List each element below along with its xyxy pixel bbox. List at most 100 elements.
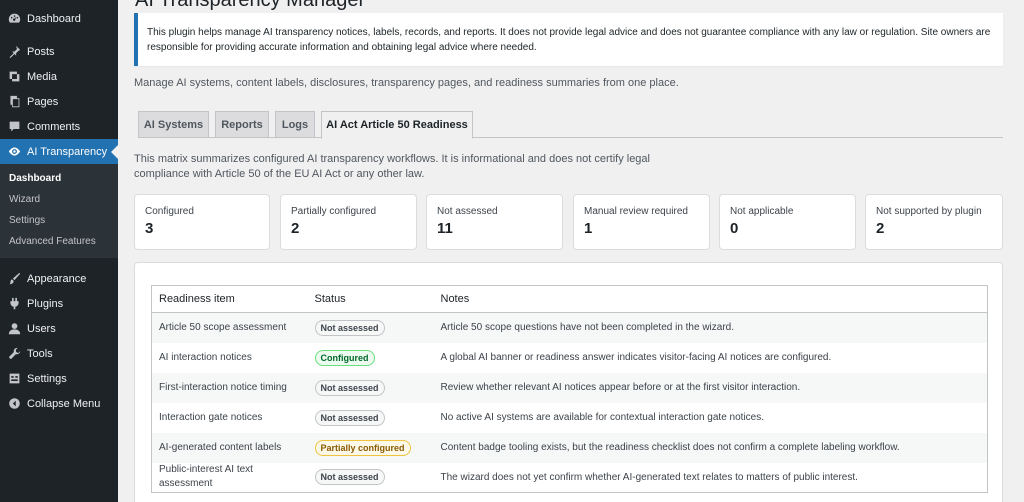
column-header: Notes — [433, 285, 988, 313]
table-row: Public-interest AI text assessment Not a… — [152, 463, 988, 493]
table-row: Article 50 scope assessment Not assessed… — [151, 312, 988, 343]
status-badge: Not assessed — [314, 409, 385, 426]
media-icon — [7, 70, 21, 84]
settings-icon — [7, 372, 21, 386]
menu-posts[interactable]: Posts — [0, 39, 118, 64]
menu-label: Settings — [27, 372, 67, 385]
tab-ai-systems[interactable]: AI Systems — [138, 111, 209, 138]
info-notice: This plugin helps manage AI transparency… — [134, 13, 1003, 66]
status-cell: Configured — [308, 343, 434, 373]
readiness-item: AI-generated content labels — [151, 432, 308, 463]
card-label: Not applicable — [730, 206, 794, 217]
status-cell: Not assessed — [308, 403, 434, 433]
submenu-advanced-features[interactable]: Advanced Features — [0, 231, 118, 252]
summary-card-partially-configured: Partially configured 2 — [280, 194, 417, 250]
pages-icon — [7, 95, 21, 109]
summary-cards: Configured 3 Partially configured 2 Not … — [134, 194, 1003, 250]
readiness-table: Readiness item Status Notes Article 50 s… — [151, 285, 988, 493]
notes-cell: Content badge tooling exists, but the re… — [433, 432, 988, 463]
menu-ai-transparency[interactable]: AI Transparency — [0, 139, 118, 164]
tab-article-50-readiness[interactable]: AI Act Article 50 Readiness — [321, 111, 473, 139]
notes-cell: Article 50 scope questions have not been… — [433, 312, 988, 343]
comment-icon — [7, 120, 21, 134]
menu-label: Pages — [27, 95, 59, 108]
notes-cell: The wizard does not yet confirm whether … — [440, 471, 858, 483]
menu-label: Tools — [27, 347, 53, 360]
main-content: AI Transparency Manager This plugin help… — [118, 0, 1024, 502]
matrix-description: This matrix summarizes configured AI tra… — [134, 153, 650, 180]
submenu-settings[interactable]: Settings — [0, 210, 118, 231]
admin-sidebar: Dashboard Posts Media Pages Comments AI … — [0, 0, 118, 502]
status-badge: Partially configured — [314, 439, 411, 456]
column-header: Readiness item — [151, 285, 308, 313]
card-label: Manual review required — [584, 206, 688, 217]
menu-dashboard[interactable]: Dashboard — [0, 6, 118, 31]
table-row: Interaction gate notices Not assessed No… — [152, 403, 988, 433]
status-badge: Not assessed — [314, 469, 385, 486]
card-value: 3 — [145, 220, 154, 237]
status-cell: Partially configured — [307, 432, 434, 463]
menu-label: Posts — [27, 45, 55, 58]
status-cell: Not assessed — [308, 463, 434, 493]
menu-tools[interactable]: Tools — [0, 341, 118, 366]
tab-logs[interactable]: Logs — [275, 111, 315, 138]
summary-card-not-assessed: Not assessed 11 — [426, 194, 563, 250]
readiness-item: First-interaction notice timing — [151, 372, 308, 403]
menu-label: Users — [27, 322, 56, 335]
menu-label: Collapse Menu — [27, 397, 101, 410]
table-header-row: Readiness item Status Notes — [151, 285, 988, 313]
dashboard-icon — [7, 12, 21, 26]
menu-pages[interactable]: Pages — [0, 89, 118, 114]
submenu-dashboard[interactable]: Dashboard — [0, 168, 118, 189]
readiness-item: Interaction gate notices — [159, 412, 263, 423]
menu-users[interactable]: Users — [0, 316, 118, 341]
ai-transparency-submenu: Dashboard Wizard Settings Advanced Featu… — [0, 164, 118, 258]
page-title: AI Transparency Manager — [135, 0, 366, 11]
column-header: Status — [307, 285, 434, 313]
menu-media[interactable]: Media — [0, 64, 118, 89]
summary-card-manual-review: Manual review required 1 — [573, 194, 710, 250]
table-row: AI-generated content labels Partially co… — [151, 432, 988, 463]
card-value: 11 — [437, 220, 453, 237]
status-badge: Not assessed — [314, 379, 385, 396]
tab-bar: AI Systems Reports Logs AI Act Article 5… — [138, 111, 1003, 139]
status-badge: Configured — [314, 349, 375, 366]
card-label: Not supported by plugin — [876, 206, 982, 217]
submenu-wizard[interactable]: Wizard — [0, 189, 118, 210]
menu-settings[interactable]: Settings — [0, 366, 118, 391]
menu-collapse[interactable]: Collapse Menu — [0, 391, 118, 416]
card-label: Partially configured — [291, 206, 377, 217]
page-description: Manage AI systems, content labels, discl… — [134, 77, 679, 89]
wrench-icon — [7, 347, 21, 361]
card-label: Not assessed — [437, 206, 498, 217]
card-value: 2 — [291, 220, 300, 237]
summary-card-not-supported: Not supported by plugin 2 — [865, 194, 1003, 250]
readiness-panel: Readiness item Status Notes Article 50 s… — [134, 262, 1003, 502]
summary-card-not-applicable: Not applicable 0 — [719, 194, 856, 250]
collapse-icon — [7, 397, 21, 411]
menu-comments[interactable]: Comments — [0, 114, 118, 139]
plug-icon — [7, 297, 21, 311]
card-value: 1 — [584, 220, 593, 237]
menu-appearance[interactable]: Appearance — [0, 266, 118, 291]
readiness-item: Article 50 scope assessment — [151, 312, 308, 343]
notes-cell: No active AI systems are available for c… — [440, 412, 765, 423]
status-cell: Not assessed — [307, 372, 434, 403]
menu-label: AI Transparency — [27, 145, 108, 158]
menu-label: Appearance — [27, 272, 87, 285]
tab-reports[interactable]: Reports — [215, 111, 269, 138]
table-row: First-interaction notice timing Not asse… — [151, 372, 988, 403]
brush-icon — [7, 272, 21, 286]
card-label: Configured — [145, 206, 194, 217]
status-cell: Not assessed — [307, 312, 434, 343]
menu-plugins[interactable]: Plugins — [0, 291, 118, 316]
eye-icon — [7, 145, 21, 159]
readiness-item: AI interaction notices — [159, 352, 252, 363]
card-value: 0 — [730, 220, 739, 237]
menu-label: Comments — [27, 120, 81, 133]
table-row: AI interaction notices Configured A glob… — [152, 343, 988, 373]
card-value: 2 — [876, 220, 885, 237]
user-icon — [7, 322, 21, 336]
menu-label: Dashboard — [27, 12, 81, 25]
notes-cell: Review whether relevant AI notices appea… — [433, 372, 988, 403]
